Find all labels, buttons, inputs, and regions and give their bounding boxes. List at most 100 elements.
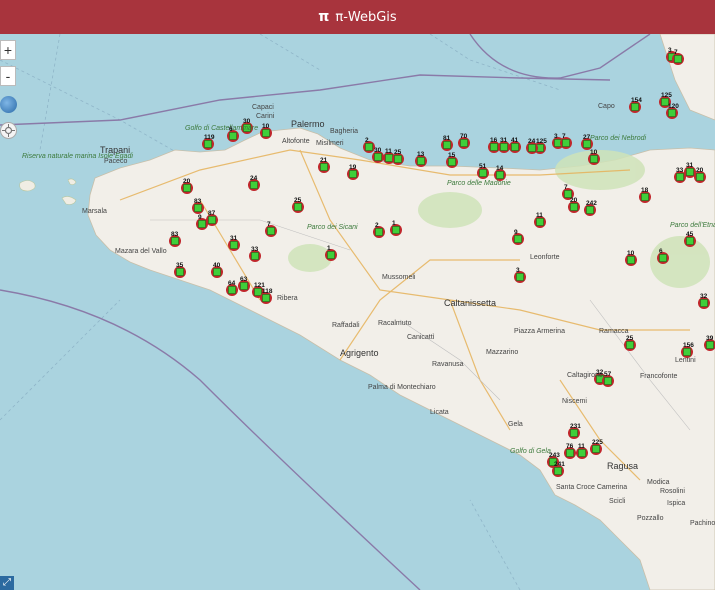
cluster-count: 1 [392,220,396,227]
cluster-count: 11 [385,148,392,155]
place-label: Caltanissetta [444,298,497,308]
place-label: Capo [598,103,615,110]
place-label: Racalmuto [378,320,412,327]
cluster-count: 156 [683,342,694,349]
cluster-count: 2 [365,137,369,144]
place-label: Parco dei Sicani [307,224,358,231]
place-label: Francofonte [640,373,678,380]
cluster-count: 83 [171,231,179,238]
place-label: Scicli [609,498,626,505]
cluster-count: 225 [592,439,603,446]
place-label: Ribera [277,295,298,302]
globe-icon[interactable] [0,96,17,113]
place-label: Pozzallo [637,515,664,522]
marker-layer [169,51,715,477]
cluster-count: 81 [443,135,451,142]
cluster-count: 25 [394,149,402,156]
cluster-count: 18 [641,187,649,194]
cluster-count: 1 [327,245,331,252]
place-label: Ramacca [599,328,629,335]
cluster-count: 119 [204,134,215,141]
cluster-count: 10 [627,250,635,257]
cluster-count: 20 [696,167,704,174]
place-label: Lentini [675,357,696,364]
cluster-count: 2 [375,222,379,229]
cluster-count: 31 [686,162,694,169]
place-label: Piazza Armerina [514,328,565,335]
cluster-count: 118 [262,288,273,295]
cluster-count: 154 [631,97,642,104]
app-header: π π-WebGis [0,0,715,34]
zoom-in-button[interactable]: + [0,40,16,60]
place-label: Golfo di Castellammare [185,125,259,132]
cluster-count: 11 [578,443,585,450]
cluster-count: 6 [229,126,233,133]
place-label: Rosolini [660,488,685,495]
place-label: Marsala [82,208,107,215]
cluster-count: 30 [243,118,251,125]
cluster-count: 7 [674,49,678,56]
place-label: Mussomeli [382,274,416,281]
place-label: Riserva naturale marina Isole Egadi [22,153,133,160]
cluster-count: 76 [566,443,574,450]
cluster-count: 51 [479,163,487,170]
cluster-count: 7 [562,133,566,140]
place-label: Niscemi [562,398,587,405]
place-label: Ragusa [607,461,639,471]
cluster-count: 125 [661,92,672,99]
place-label: Carini [256,113,275,120]
cluster-count: 243 [549,452,560,459]
place-label: Gela [508,421,523,428]
place-label: Modica [647,479,670,486]
cluster-count: 27 [583,134,591,141]
place-label: Parco dell'Etna [670,222,715,229]
cluster-count: 3 [554,133,558,140]
place-label: Agrigento [340,348,379,358]
map-canvas[interactable]: Trapani Paceco Palermo Bagheria Altofonte Mis… [0,34,715,590]
cluster-count: 21 [320,157,328,164]
cluster-count: 25 [294,197,302,204]
place-label: Leonforte [530,254,560,261]
cluster-count: 3 [516,267,520,274]
cluster-count: 20 [183,178,191,185]
cluster-count: 11 [536,212,543,219]
place-label: Canicattì [407,334,435,341]
cluster-count: 32 [700,293,708,300]
cluster-count: 125 [536,138,547,145]
pi-logo-icon: π [318,9,330,25]
cluster-count: 10 [590,149,598,156]
place-label: Altofonte [282,138,310,145]
cluster-count: 7 [267,221,271,228]
cluster-count: 30 [374,147,382,154]
place-label: Golfo di Gela [510,448,551,455]
cluster-count: 19 [349,164,357,171]
cluster-count: 39 [706,335,714,342]
cluster-count: 83 [194,198,202,205]
zoom-out-button[interactable]: - [0,66,16,86]
cluster-count: 31 [500,137,508,144]
place-label: Parco dei Nebrodi [590,135,647,142]
cluster-count: 33 [676,167,684,174]
cluster-count: 10 [262,123,270,130]
expand-icon[interactable]: ⤢ [0,576,14,590]
cluster-count: 41 [511,137,519,144]
place-label: Parco delle Madonie [447,180,511,187]
cluster-count: 24 [528,138,536,145]
cluster-count: 7 [564,184,568,191]
locate-icon[interactable] [0,122,17,139]
cluster-count: 241 [554,461,565,468]
place-label: Pachino [690,520,715,527]
cluster-count: 120 [668,103,679,110]
cluster-count: 64 [228,280,236,287]
app-title: π-WebGis [335,9,397,25]
cluster-count: 63 [240,276,248,283]
cluster-count: 16 [490,137,498,144]
place-label: Santa Croce Camerina [556,484,628,491]
place-label: Mazzarino [486,349,519,356]
cluster-count: 31 [230,235,238,242]
cluster-count: 20 [570,197,578,204]
cluster-count: 70 [460,133,468,140]
cluster-count: 25 [626,335,634,342]
cluster-count: 57 [604,371,612,378]
place-label: Raffadali [332,322,360,329]
